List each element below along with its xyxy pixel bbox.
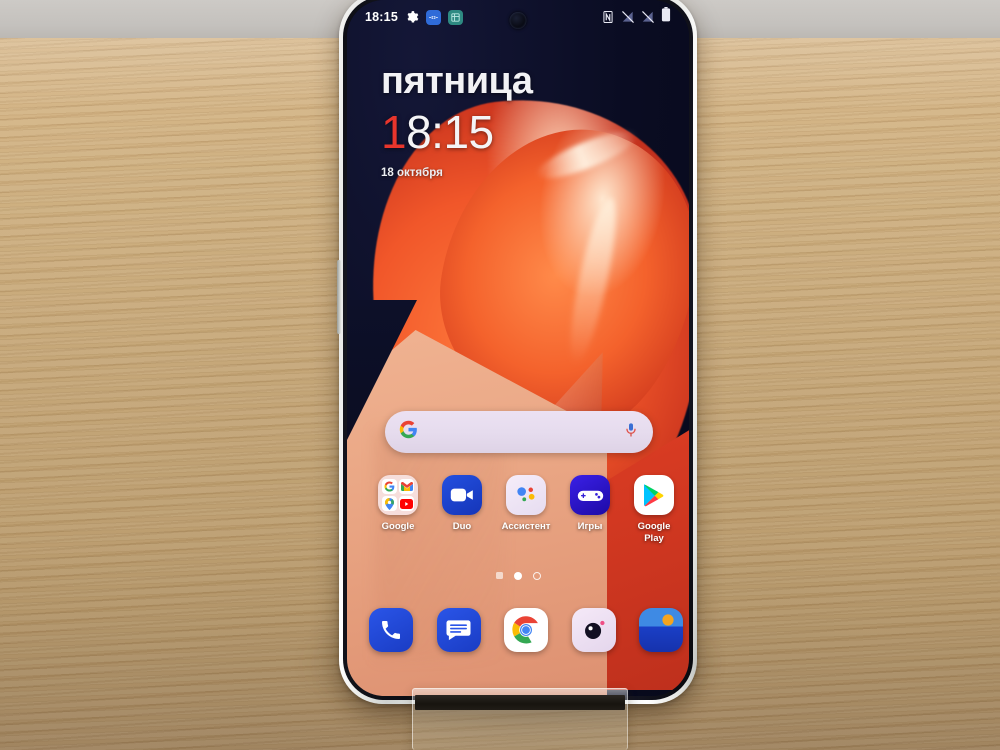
app-item-games[interactable]: Игры [561,475,619,544]
duo-icon[interactable] [442,475,482,516]
app-label: Ассистент [501,521,551,533]
vpn-icon [425,9,441,25]
page-dot-active[interactable] [513,572,522,580]
app-label: Google Play [637,521,671,544]
smartphone: 18:15 пятница 18:15 18 октября Google Du… [337,0,697,704]
date-label: 18 октября [381,166,443,179]
clock-time-red-digit: 1 [381,106,407,158]
page-dot-home[interactable] [495,572,503,579]
app-label: Duo [452,521,472,533]
gear-icon [405,10,419,24]
acrylic-display-stand [412,688,628,750]
google-g-icon [382,479,397,494]
microphone-icon[interactable] [623,421,639,444]
page-dot-inactive[interactable] [532,572,541,580]
signal-off-icon [641,10,655,24]
signal-off-icon [621,10,635,24]
app-label: Игры [577,521,603,533]
google-assistant-icon[interactable] [506,475,546,516]
app-grid: Google Duo Ассистент Игры Google Play [369,475,683,544]
clock-widget[interactable]: пятница 18:15 18 октября [381,62,533,179]
camera-icon[interactable] [571,608,616,652]
maps-pin-icon [382,496,397,512]
front-camera-punch-hole [509,12,527,29]
clock-time: 18:15 [381,107,533,158]
google-g-icon[interactable] [399,420,418,444]
games-gamepad-icon[interactable] [570,475,610,516]
clock-time-rest: 8:15 [406,106,494,158]
google-search-bar[interactable] [385,411,653,453]
phone-bezel: 18:15 пятница 18:15 18 октября Google Du… [343,0,693,700]
volume-button[interactable] [337,260,341,334]
status-bar-left: 18:15 [365,9,463,25]
app-badge-icon [447,9,463,25]
chrome-icon[interactable] [504,608,548,652]
phone-screen[interactable]: 18:15 пятница 18:15 18 октября Google Du… [347,0,689,696]
app-item-assistant[interactable]: Ассистент [497,475,555,544]
app-label: Google [381,521,415,533]
app-item-google-play[interactable]: Google Play [625,475,683,544]
weekday-label: пятница [381,60,533,102]
status-bar-right [601,7,671,27]
stand-groove [415,695,625,710]
gallery-icon[interactable] [639,608,683,652]
app-item-duo[interactable]: Duo [433,475,491,544]
battery-icon [661,7,671,27]
status-bar-clock: 18:15 [365,10,398,24]
youtube-icon [399,496,414,512]
app-item-google-folder[interactable]: Google [369,475,427,544]
messages-icon[interactable] [436,608,481,652]
gmail-icon [399,479,414,494]
phone-icon[interactable] [369,608,413,652]
google-folder-icon[interactable] [378,475,418,516]
nfc-icon [601,10,615,24]
google-play-icon[interactable] [634,475,674,516]
page-indicator[interactable] [347,572,689,580]
dock [369,608,683,652]
